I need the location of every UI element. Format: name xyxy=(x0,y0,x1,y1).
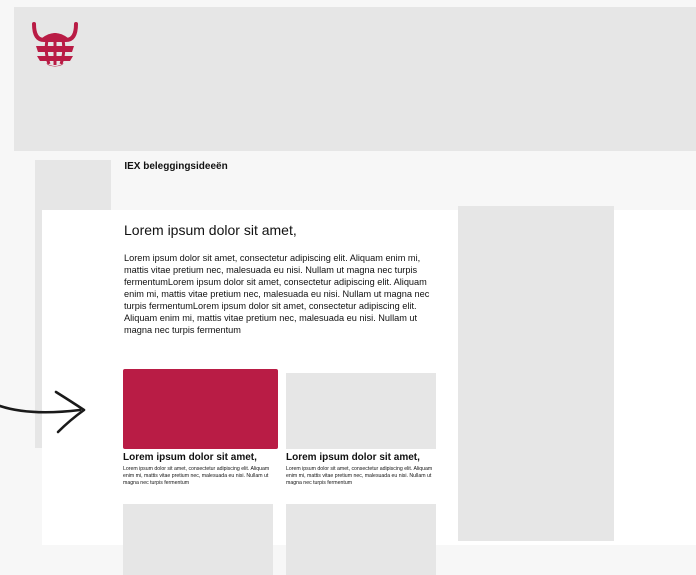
hand-drawn-arrow-icon xyxy=(0,390,86,434)
article-body: Lorem ipsum dolor sit amet, consectetur … xyxy=(124,253,430,335)
header-banner xyxy=(14,7,696,151)
article-heading: Lorem ipsum dolor sit amet, xyxy=(124,222,297,238)
page: IEX beleggingsideeën Lorem ipsum dolor s… xyxy=(0,0,696,575)
card-description: Lorem ipsum dolor sit amet, consectetur … xyxy=(123,466,270,486)
card-image-placeholder[interactable] xyxy=(286,504,436,575)
section-title: IEX beleggingsideeën xyxy=(124,161,228,172)
card-image-accent[interactable] xyxy=(123,369,278,449)
card-description: Lorem ipsum dolor sit amet, consectetur … xyxy=(286,466,433,486)
globe-horns-icon[interactable] xyxy=(28,18,82,68)
card-title[interactable]: Lorem ipsum dolor sit amet, xyxy=(123,452,278,464)
card-image-placeholder[interactable] xyxy=(123,504,273,575)
card-title[interactable]: Lorem ipsum dolor sit amet, xyxy=(286,452,436,464)
card-image-placeholder[interactable] xyxy=(286,373,436,449)
article-card[interactable]: Lorem ipsum dolor sit amet, Lorem ipsum … xyxy=(286,373,436,487)
featured-card[interactable]: Lorem ipsum dolor sit amet, Lorem ipsum … xyxy=(123,369,278,487)
right-sidebar-placeholder xyxy=(458,206,614,541)
